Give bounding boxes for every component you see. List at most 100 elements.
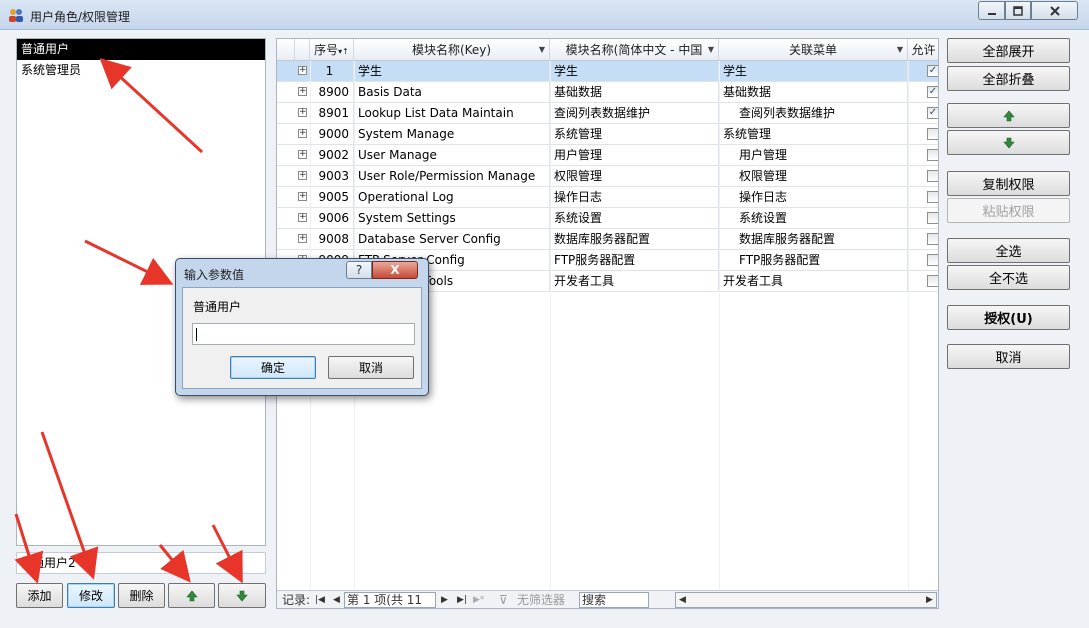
close-button[interactable] [1031,1,1078,20]
cell-key[interactable]: User Role/Permission Manage [354,166,550,187]
cell-name[interactable]: 系统管理 [550,124,719,145]
role-name-input[interactable]: 普通用户2 [16,552,266,574]
cell-key[interactable]: User Manage [354,145,550,166]
column-header-name[interactable]: 模块名称(简体中文 - 中国 ▼ [550,39,719,61]
collapse-all-button[interactable]: 全部折叠 [947,66,1070,91]
dialog-ok-button[interactable]: 确定 [230,356,316,379]
cell-menu[interactable]: 基础数据 [719,82,908,103]
table-row[interactable]: +9008 Database Server Config 数据库服务器配置 数据库服务… [277,229,938,250]
cell-no[interactable]: 9002 [310,145,354,166]
role-item[interactable]: 普通用户 [17,39,265,60]
column-header-key[interactable]: 模块名称(Key) ▼ [354,39,550,61]
first-record-icon[interactable]: |◀ [315,592,325,608]
cell-key[interactable]: System Manage [354,124,550,145]
cell-no[interactable]: 9000 [310,124,354,145]
select-none-button[interactable]: 全不选 [947,265,1070,290]
cell-name[interactable]: 查阅列表数据维护 [550,103,719,124]
move-row-down-button[interactable] [947,130,1070,155]
expand-icon[interactable]: + [298,129,307,138]
dialog-close-button[interactable]: X [372,261,418,279]
table-row[interactable]: +1 学生 学生 学生 ✓ [277,61,938,82]
paste-permission-button[interactable]: 粘贴权限 [947,198,1070,223]
table-row[interactable]: +9006 System Settings 系统设置 系统设置 [277,208,938,229]
cell-menu[interactable]: FTP服务器配置 [719,250,908,271]
cell-key[interactable]: Basis Data [354,82,550,103]
cell-no[interactable]: 8901 [310,103,354,124]
allow-checkbox[interactable] [927,254,938,266]
select-all-button[interactable]: 全选 [947,238,1070,263]
column-header-allow[interactable]: 允许 [908,39,938,61]
dialog-cancel-button[interactable]: 取消 [328,356,414,379]
allow-checkbox[interactable] [927,128,938,140]
cell-no[interactable]: 9005 [310,187,354,208]
authorize-button[interactable]: 授权(U) [947,305,1070,330]
copy-permission-button[interactable]: 复制权限 [947,171,1070,196]
column-header-menu[interactable]: 关联菜单 ▼ [719,39,908,61]
edit-button[interactable]: 修改 [67,583,115,608]
allow-checkbox[interactable] [927,170,938,182]
cell-name[interactable]: 开发者工具 [550,271,719,292]
minimize-button[interactable] [978,1,1005,20]
cell-menu[interactable]: 权限管理 [719,166,908,187]
cell-menu[interactable]: 数据库服务器配置 [719,229,908,250]
cell-name[interactable]: 操作日志 [550,187,719,208]
allow-checkbox[interactable]: ✓ [927,86,938,98]
cell-no[interactable]: 9003 [310,166,354,187]
move-row-up-button[interactable] [947,103,1070,128]
table-row[interactable]: +9002 User Manage 用户管理 用户管理 [277,145,938,166]
horizontal-scrollbar[interactable] [675,592,937,608]
table-row[interactable]: +9005 Operational Log 操作日志 操作日志 [277,187,938,208]
dialog-help-button[interactable]: ? [346,261,372,279]
cancel-button[interactable]: 取消 [947,344,1070,369]
cell-no[interactable]: 9008 [310,229,354,250]
allow-checkbox[interactable]: ✓ [927,107,938,119]
allow-checkbox[interactable]: ✓ [927,65,938,77]
cell-name[interactable]: 系统设置 [550,208,719,229]
expand-icon[interactable]: + [298,213,307,222]
expand-icon[interactable]: + [298,234,307,243]
expand-icon[interactable]: + [298,66,307,75]
table-row[interactable]: +8901 Lookup List Data Maintain 查阅列表数据维护 查阅… [277,103,938,124]
add-button[interactable]: 添加 [16,583,63,608]
table-row[interactable]: +9000 System Manage 系统管理 系统管理 [277,124,938,145]
table-row[interactable]: +9003 User Role/Permission Manage 权限管理 权限管理 [277,166,938,187]
cell-name[interactable]: 用户管理 [550,145,719,166]
allow-checkbox[interactable] [927,233,938,245]
allow-checkbox[interactable] [927,191,938,203]
cell-key[interactable]: Lookup List Data Maintain [354,103,550,124]
scroll-left-icon[interactable]: ◀ [679,592,686,608]
last-record-icon[interactable]: ▶| [457,592,467,608]
expand-icon[interactable]: + [298,87,307,96]
scroll-right-icon[interactable]: ▶ [926,592,933,608]
expand-icon[interactable]: + [298,108,307,117]
cell-name[interactable]: 学生 [550,61,719,82]
table-row[interactable]: +8900 Basis Data 基础数据 基础数据 ✓ [277,82,938,103]
maximize-button[interactable] [1005,1,1031,20]
cell-menu[interactable]: 操作日志 [719,187,908,208]
record-position-field[interactable]: 第 1 项(共 11 项 [344,592,436,608]
dialog-value-input[interactable] [192,323,415,345]
cell-menu[interactable]: 用户管理 [719,145,908,166]
search-input[interactable]: 搜索 [579,592,649,608]
cell-name[interactable]: 数据库服务器配置 [550,229,719,250]
cell-key[interactable]: System Settings [354,208,550,229]
select-all-corner[interactable] [277,39,295,61]
cell-menu[interactable]: 查阅列表数据维护 [719,103,908,124]
role-item[interactable]: 系统管理员 [17,60,265,81]
cell-key[interactable]: Operational Log [354,187,550,208]
expand-icon[interactable]: + [298,171,307,180]
cell-name[interactable]: 权限管理 [550,166,719,187]
cell-menu[interactable]: 系统设置 [719,208,908,229]
move-up-button[interactable] [168,583,215,608]
expand-icon[interactable]: + [298,150,307,159]
cell-key[interactable]: 学生 [354,61,550,82]
new-record-icon[interactable]: ▶* [473,592,484,608]
next-record-icon[interactable]: ▶ [441,592,448,608]
cell-key[interactable]: Database Server Config [354,229,550,250]
prev-record-icon[interactable]: ◀ [333,592,340,608]
allow-checkbox[interactable] [927,149,938,161]
cell-no[interactable]: 1 [310,61,354,82]
column-header-no[interactable]: 序号▾↑ [310,39,354,61]
move-down-button[interactable] [218,583,266,608]
expand-all-button[interactable]: 全部展开 [947,38,1070,63]
